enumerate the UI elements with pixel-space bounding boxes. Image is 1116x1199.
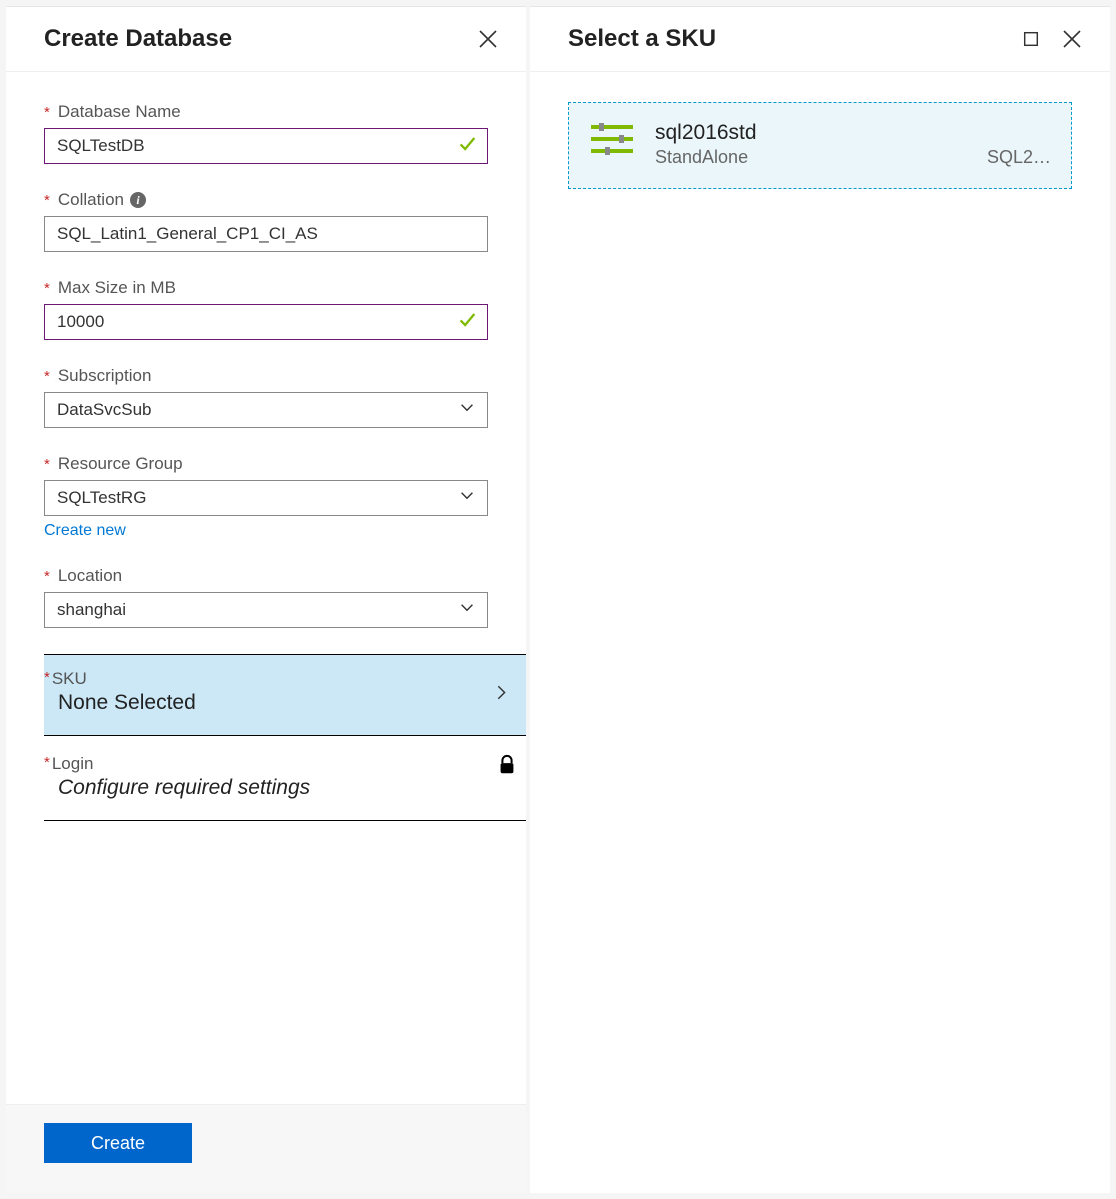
close-icon[interactable] <box>478 29 498 49</box>
location-value: shanghai <box>57 600 126 620</box>
required-marker: * <box>44 104 50 121</box>
max-size-label: Max Size in MB <box>58 278 176 298</box>
left-panel-header: Create Database <box>6 7 526 72</box>
checkmark-icon <box>456 309 478 336</box>
subscription-select[interactable]: DataSvcSub <box>44 392 488 428</box>
sku-item-version: SQL2… <box>987 147 1051 168</box>
create-database-panel: Create Database * Database Name <box>6 6 526 1193</box>
left-panel-title: Create Database <box>44 25 232 53</box>
chevron-right-icon <box>492 684 510 707</box>
database-name-field: * Database Name <box>44 102 488 164</box>
collation-label: Collation <box>58 190 124 210</box>
resource-group-label: Resource Group <box>58 454 183 474</box>
database-name-input[interactable] <box>44 128 488 164</box>
collation-field: * Collation i <box>44 190 488 252</box>
resource-group-value: SQLTestRG <box>57 488 146 508</box>
lock-icon <box>496 754 518 781</box>
database-name-label: Database Name <box>58 102 181 122</box>
sku-tile[interactable]: sql2016std StandAlone SQL2… <box>568 102 1072 189</box>
right-panel-header: Select a SKU <box>530 7 1110 72</box>
resource-group-field: * Resource Group SQLTestRG Create new <box>44 454 488 540</box>
required-marker: * <box>44 669 50 686</box>
required-marker: * <box>44 754 50 771</box>
max-size-input[interactable] <box>44 304 488 340</box>
create-button[interactable]: Create <box>44 1123 192 1163</box>
left-panel-footer: Create <box>6 1104 526 1193</box>
right-panel-body: sql2016std StandAlone SQL2… <box>530 72 1110 1193</box>
left-panel-body: * Database Name * Collation i <box>6 72 526 1104</box>
max-size-field: * Max Size in MB <box>44 278 488 340</box>
collation-input[interactable] <box>44 216 488 252</box>
sku-selector[interactable]: * SKU None Selected <box>44 654 526 736</box>
subscription-label: Subscription <box>58 366 152 386</box>
maximize-icon[interactable] <box>1022 30 1040 48</box>
checkmark-icon <box>456 133 478 160</box>
required-marker: * <box>44 456 50 473</box>
login-value: Configure required settings <box>44 776 518 800</box>
required-marker: * <box>44 568 50 585</box>
resource-group-select[interactable]: SQLTestRG <box>44 480 488 516</box>
login-label: Login <box>52 754 94 774</box>
close-icon[interactable] <box>1062 29 1082 49</box>
info-icon[interactable]: i <box>130 192 146 208</box>
select-sku-panel: Select a SKU <box>530 6 1110 1193</box>
login-selector[interactable]: * Login Configure required settings <box>44 736 526 821</box>
sliders-icon <box>589 121 635 168</box>
subscription-value: DataSvcSub <box>57 400 152 420</box>
required-marker: * <box>44 280 50 297</box>
chevron-down-icon <box>458 487 476 510</box>
sku-item-name: sql2016std <box>655 121 1051 145</box>
subscription-field: * Subscription DataSvcSub <box>44 366 488 428</box>
required-marker: * <box>44 368 50 385</box>
sku-value: None Selected <box>44 691 518 715</box>
required-marker: * <box>44 192 50 209</box>
chevron-down-icon <box>458 599 476 622</box>
create-new-link[interactable]: Create new <box>44 522 126 540</box>
right-panel-title: Select a SKU <box>568 25 716 53</box>
sku-item-sub: StandAlone <box>655 147 748 168</box>
sku-label: SKU <box>52 669 87 689</box>
location-field: * Location shanghai <box>44 566 488 628</box>
sku-info: sql2016std StandAlone SQL2… <box>655 121 1051 168</box>
location-select[interactable]: shanghai <box>44 592 488 628</box>
location-label: Location <box>58 566 122 586</box>
chevron-down-icon <box>458 399 476 422</box>
